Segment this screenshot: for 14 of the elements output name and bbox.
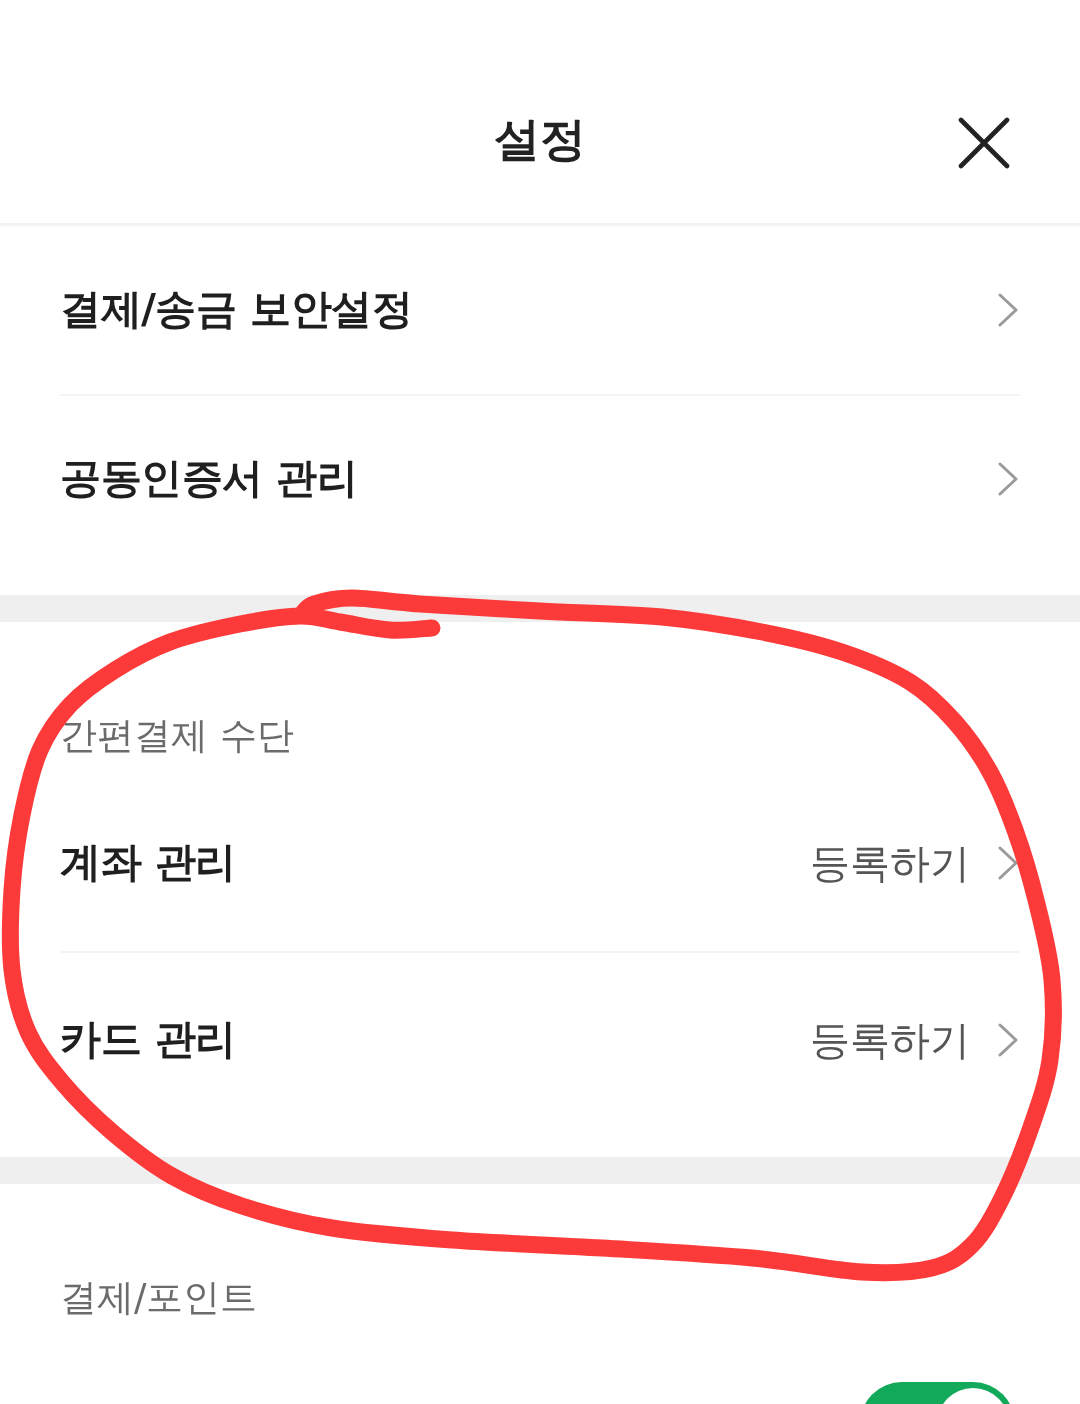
menu-item-label[interactable]: 결제/송금 보안설정	[60, 285, 413, 335]
close-icon[interactable]	[958, 117, 1010, 169]
section-heading: 간편결제 수단	[60, 714, 294, 759]
page-title: 설정	[494, 111, 586, 168]
menu-item-label[interactable]: 공동인증서 관리	[60, 454, 358, 504]
chevron-right-icon	[998, 293, 1018, 327]
chevron-right-icon	[998, 846, 1018, 880]
chevron-right-icon	[998, 1023, 1018, 1057]
menu-item-label[interactable]: 계좌 관리	[60, 838, 236, 888]
register-link[interactable]: 등록하기	[810, 1016, 970, 1064]
chevron-right-icon	[998, 462, 1018, 496]
menu-item-label[interactable]: 카드 관리	[60, 1015, 236, 1065]
register-link[interactable]: 등록하기	[810, 839, 970, 887]
section-heading: 결제/포인트	[60, 1276, 258, 1321]
